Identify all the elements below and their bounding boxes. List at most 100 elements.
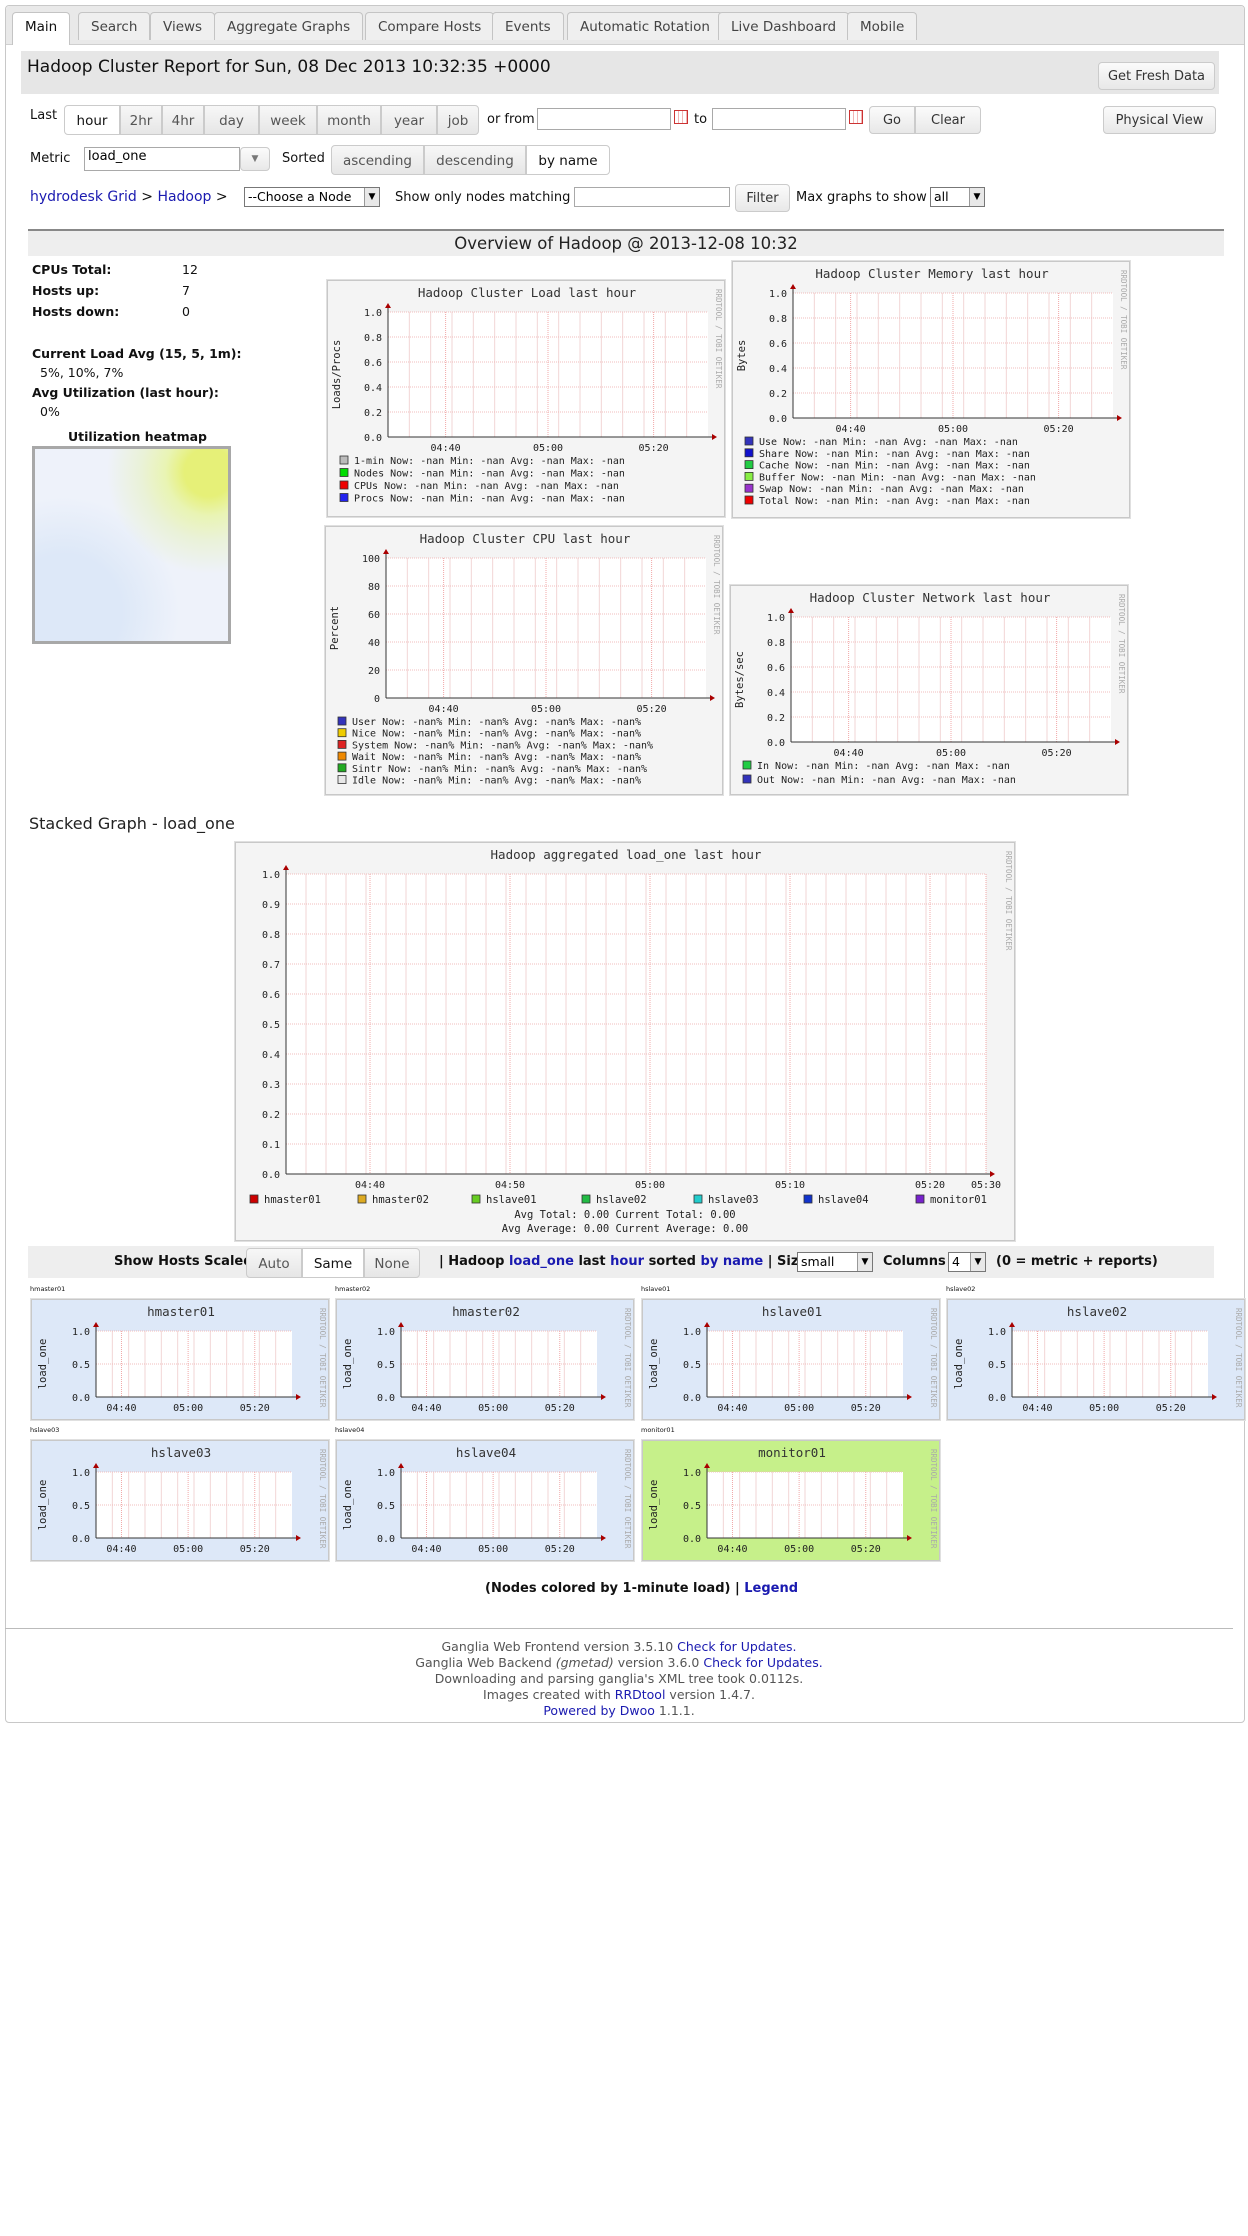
legend-swatch (744, 471, 754, 481)
host-graph-monitor01[interactable]: monitor01 RRDTOOL / TOBI OETIKER 1.0 0.5 0.0… (642, 1440, 940, 1561)
tab-events[interactable]: Events (492, 12, 564, 40)
range-month[interactable]: month (317, 105, 381, 135)
y-axis-arrow (704, 1322, 710, 1327)
x-axis-arrow (710, 695, 715, 701)
cpus-total-value: 12 (182, 262, 198, 277)
host-graph-hslave04[interactable]: hslave04 RRDTOOL / TOBI OETIKER 1.0 0.5 0.0 0… (336, 1440, 634, 1561)
y-tick-label: 0.6 (767, 663, 785, 674)
host-graph-hslave01[interactable]: hslave01 RRDTOOL / TOBI OETIKER 1.0 0.5 0.0 0… (642, 1299, 940, 1420)
host-graph-hmaster02[interactable]: hmaster02 RRDTOOL / TOBI OETIKER 1.0 0.5 0.0… (336, 1299, 634, 1420)
legend-row: Sintr Now: -nan% Min: -nan% Avg: -nan% M… (352, 764, 647, 775)
hosts-down-value: 0 (182, 304, 190, 319)
size-select[interactable]: small ▼ (797, 1252, 873, 1272)
stacked-load-graph[interactable]: Hadoop aggregated load_one last hour RRDT… (235, 842, 1015, 1241)
max-graphs-select[interactable]: all ▼ (930, 187, 985, 207)
y-tick-label: 0.0 (72, 1534, 90, 1545)
tab-automatic-rotation[interactable]: Automatic Rotation (567, 12, 723, 40)
grid-link[interactable]: hydrodesk Grid (30, 189, 137, 205)
from-date-input[interactable] (537, 108, 671, 130)
tab-main[interactable]: Main (12, 12, 71, 45)
cluster-memory-graph[interactable]: Hadoop Cluster Memory last hour RRDTOOL /… (732, 261, 1130, 518)
frontend-update-link[interactable]: Check for Updates. (677, 1639, 796, 1654)
from-calendar-icon[interactable] (674, 110, 688, 124)
sort-descending[interactable]: descending (424, 145, 526, 175)
x-tick-label: 04:50 (495, 1180, 525, 1191)
sort-ascending[interactable]: ascending (331, 145, 424, 175)
host-graph-hmaster01[interactable]: hmaster01 RRDTOOL / TOBI OETIKER 1.0 0.5 0.0… (31, 1299, 329, 1420)
x-axis-arrow (1117, 415, 1122, 421)
legend-link[interactable]: Legend (744, 1581, 798, 1596)
cluster-load-graph[interactable]: Hadoop Cluster Load last hour RRDTOOL / T… (327, 280, 725, 517)
to-date-input[interactable] (712, 108, 846, 130)
to-calendar-icon[interactable] (849, 110, 863, 124)
x-tick-label: 04:40 (411, 1403, 441, 1414)
tab-mobile[interactable]: Mobile (847, 12, 918, 40)
columns-note: (0 = metric + reports) (996, 1254, 1158, 1269)
tab-live-dashboard[interactable]: Live Dashboard (718, 12, 850, 40)
metric-input[interactable]: load_one (84, 147, 240, 171)
dwoo-link[interactable]: Powered by Dwoo (543, 1703, 655, 1718)
x-tick-label: 05:20 (1044, 424, 1074, 435)
y-tick-label: 1.0 (683, 1327, 701, 1338)
y-tick-label: 1.0 (377, 1327, 395, 1338)
filter-button[interactable]: Filter (735, 184, 790, 212)
x-axis-arrow (907, 1535, 912, 1541)
backend-update-link[interactable]: Check for Updates. (703, 1655, 822, 1670)
y-tick-label: 0.2 (364, 408, 382, 419)
x-tick-label: 05:00 (533, 443, 563, 454)
get-fresh-data-button[interactable]: Get Fresh Data (1098, 62, 1215, 90)
tab-compare-hosts[interactable]: Compare Hosts (365, 12, 495, 40)
tab-aggregate-graphs[interactable]: Aggregate Graphs (214, 12, 364, 40)
range-2hr[interactable]: 2hr (120, 105, 162, 135)
match-label: Show only nodes matching (395, 190, 571, 205)
range-4hr[interactable]: 4hr (162, 105, 204, 135)
x-tick-label: 05:00 (936, 748, 966, 759)
legend-swatch (742, 760, 752, 770)
range-year[interactable]: year (381, 105, 437, 135)
host-graph-hslave03[interactable]: hslave03 RRDTOOL / TOBI OETIKER 1.0 0.5 0.0 0… (31, 1440, 329, 1561)
go-button[interactable]: Go (869, 106, 915, 134)
x-tick-label: 05:00 (173, 1403, 203, 1414)
scale-none[interactable]: None (364, 1248, 420, 1278)
x-tick-label: 05:20 (240, 1544, 270, 1555)
tab-views[interactable]: Views (150, 12, 216, 40)
graph-title: Hadoop aggregated load_one last hour (491, 847, 762, 862)
y-axis-arrow (398, 1463, 404, 1468)
page-title: Hadoop Cluster Report for Sun, 08 Dec 20… (27, 57, 551, 77)
y-axis-arrow (283, 865, 289, 870)
cluster-cpu-graph[interactable]: Hadoop Cluster CPU last hour RRDTOOL / TO… (325, 526, 723, 795)
metric-dropdown-icon[interactable]: ▼ (240, 147, 270, 171)
range-week[interactable]: week (259, 105, 317, 135)
node-select[interactable]: --Choose a Node ▼ (244, 187, 380, 207)
x-tick-label: 05:20 (637, 704, 667, 715)
cluster-link[interactable]: Hadoop (157, 189, 211, 205)
node-filter-input[interactable] (574, 187, 730, 207)
sort-by-name[interactable]: by name (526, 145, 610, 175)
rrdtool-watermark: RRDTOOL / TOBI OETIKER (318, 1308, 327, 1408)
x-axis-arrow (1212, 1394, 1217, 1400)
tab-search[interactable]: Search (78, 12, 151, 40)
y-axis-label: load_one (648, 1339, 660, 1390)
scale-same[interactable]: Same (302, 1248, 364, 1278)
range-job[interactable]: job (437, 105, 479, 135)
physical-view-button[interactable]: Physical View (1103, 106, 1216, 134)
host-graph-hslave02[interactable]: hslave02 RRDTOOL / TOBI OETIKER 1.0 0.5 0.0 0… (947, 1299, 1245, 1420)
tab-bar: Main Search Views Aggregate Graphs Compa… (6, 6, 1244, 45)
legend-row: User Now: -nan% Min: -nan% Avg: -nan% Ma… (352, 717, 641, 728)
legend-label: hmaster02 (372, 1194, 429, 1206)
y-tick-label: 1.0 (364, 308, 382, 319)
range-day[interactable]: day (204, 105, 259, 135)
host-small-label: hmaster02 (335, 1285, 371, 1293)
x-tick-label: 04:40 (106, 1403, 136, 1414)
utilization-heatmap[interactable] (32, 446, 231, 644)
columns-select[interactable]: 4 ▼ (948, 1252, 986, 1272)
cluster-network-graph[interactable]: Hadoop Cluster Network last hour RRDTOOL … (730, 585, 1128, 795)
rrdtool-link[interactable]: RRDtool (615, 1687, 666, 1702)
clear-button[interactable]: Clear (915, 106, 981, 134)
backend-version: version 3.6.0 (617, 1655, 700, 1670)
graph-title: hmaster01 (147, 1304, 215, 1319)
y-tick-label: 20 (368, 666, 380, 677)
y-tick-label: 0.5 (988, 1360, 1006, 1371)
scale-auto[interactable]: Auto (246, 1248, 302, 1278)
range-hour[interactable]: hour (64, 105, 120, 135)
